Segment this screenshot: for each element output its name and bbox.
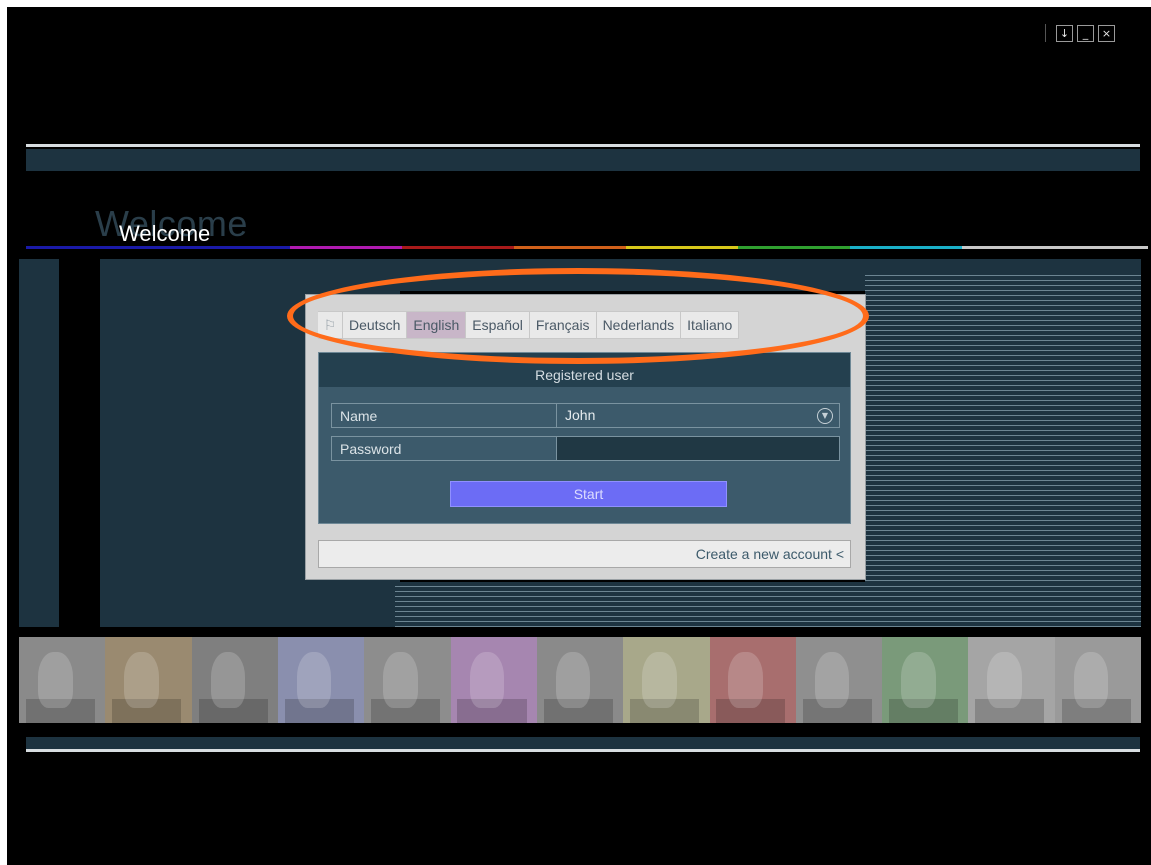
striped-panel: [865, 271, 1141, 627]
login-panel: Registered user Name John ▼ Password Sta…: [318, 352, 851, 524]
close-icon[interactable]: ×: [1098, 24, 1115, 42]
rule-segment: [962, 246, 1148, 249]
download-icon[interactable]: ↓: [1056, 24, 1073, 42]
flag-icon: ⚐: [318, 312, 343, 338]
photo: [795, 637, 883, 723]
photo: [19, 637, 106, 723]
rule-segment: [626, 246, 738, 249]
photo: [277, 637, 365, 723]
rule-segment: [514, 246, 626, 249]
create-account-link[interactable]: Create a new account <: [318, 540, 851, 568]
color-rule: [26, 246, 1148, 249]
photo: [882, 637, 969, 723]
photo: [364, 637, 451, 723]
login-dialog: ⚐ Deutsch English Español Français Neder…: [305, 294, 866, 580]
password-label: Password: [331, 436, 557, 461]
panel-header: Registered user: [319, 353, 850, 387]
photo: [536, 637, 624, 723]
rule-segment: [738, 246, 850, 249]
rule-segment: [290, 246, 402, 249]
window-controls: ↓ _ ×: [1045, 24, 1115, 42]
language-espanol[interactable]: Español: [466, 312, 530, 338]
photo: [450, 637, 537, 723]
photo: [709, 637, 796, 723]
photo: [105, 637, 192, 723]
photo: [623, 637, 710, 723]
bottom-band: [26, 737, 1140, 749]
screen: ↓ _ × Welcome Welcome ⚐ Deutsch English …: [7, 7, 1151, 865]
striped-panel: [395, 582, 1141, 627]
photo: [191, 637, 278, 723]
bottom-rule: [26, 749, 1140, 752]
name-label: Name: [331, 403, 557, 428]
top-rule: [26, 144, 1140, 147]
controls-separator: [1045, 24, 1046, 42]
language-nederlands[interactable]: Nederlands: [597, 312, 682, 338]
language-deutsch[interactable]: Deutsch: [343, 312, 408, 338]
name-row: Name John ▼: [331, 403, 840, 428]
top-band: [26, 149, 1140, 171]
welcome-title: Welcome: [119, 221, 211, 246]
minimize-icon[interactable]: _: [1077, 24, 1094, 42]
start-button[interactable]: Start: [450, 481, 727, 507]
photo: [968, 637, 1055, 723]
language-english[interactable]: English: [407, 312, 467, 338]
language-bar: ⚐ Deutsch English Español Français Neder…: [318, 311, 740, 339]
rule-segment: [122, 246, 290, 249]
language-francais[interactable]: Français: [530, 312, 597, 338]
password-input[interactable]: [557, 436, 840, 461]
name-value: John: [565, 407, 596, 423]
password-row: Password: [331, 436, 840, 461]
rule-segment: [26, 246, 122, 249]
photo-strip: [19, 637, 1142, 723]
chevron-down-icon[interactable]: ▼: [817, 408, 833, 424]
left-column: [19, 259, 59, 627]
photo: [1054, 637, 1142, 723]
rule-segment: [850, 246, 962, 249]
name-select[interactable]: John ▼: [557, 403, 840, 428]
rule-segment: [402, 246, 514, 249]
language-italiano[interactable]: Italiano: [681, 312, 740, 338]
